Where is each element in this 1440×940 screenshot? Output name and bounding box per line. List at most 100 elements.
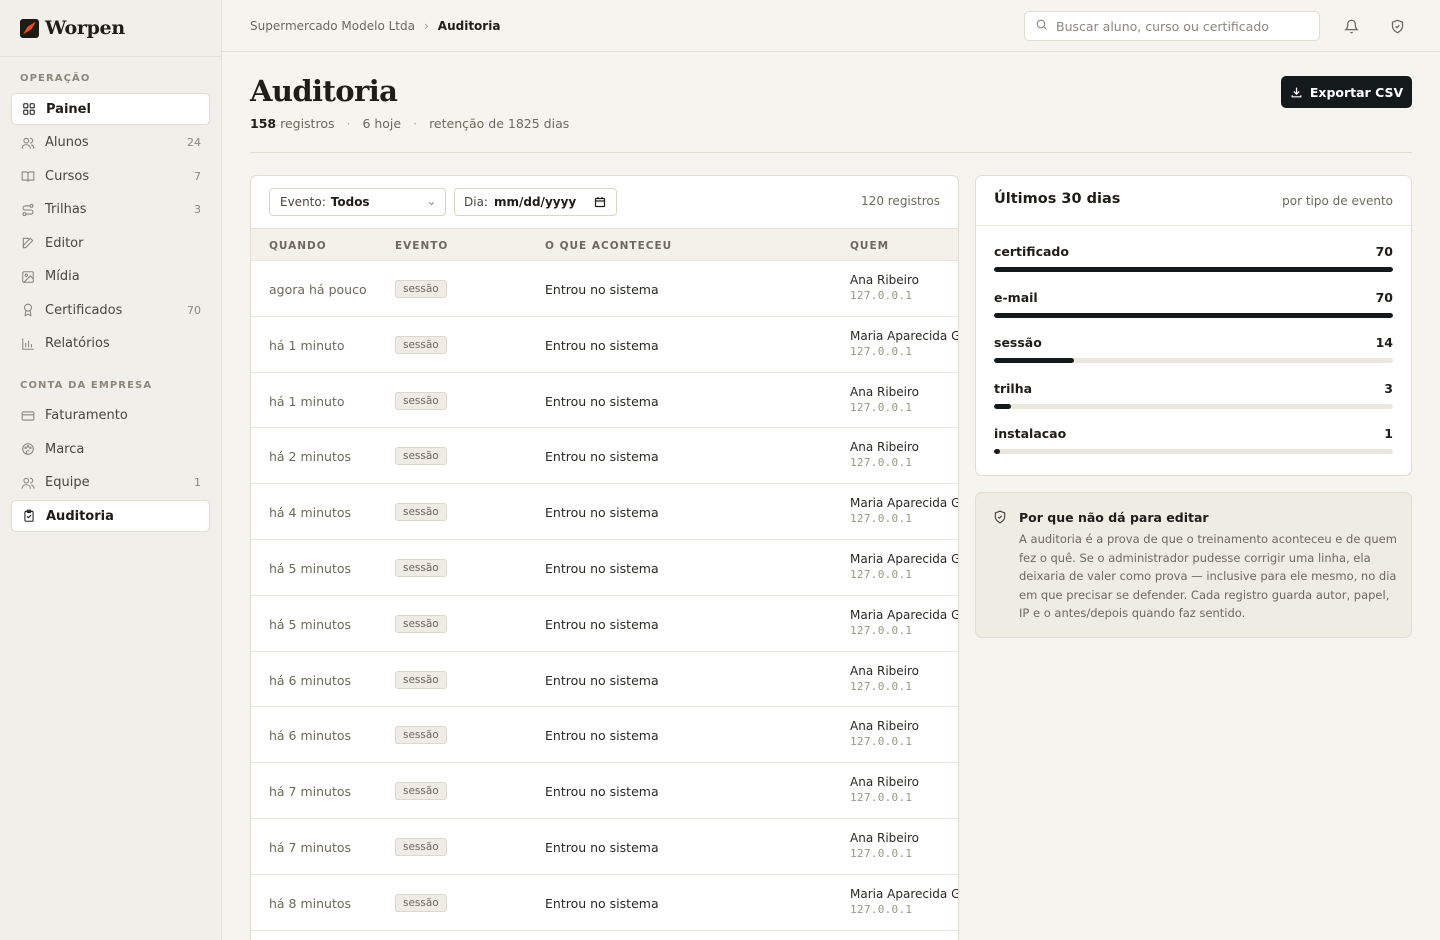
sidebar-item-cursos[interactable]: Cursos 7 xyxy=(11,160,210,192)
table-row[interactable]: há 5 minutos sessão Entrou no sistema Maria… xyxy=(251,596,958,652)
actor-ip: 127.0.0.1 xyxy=(850,679,913,693)
records-label: registros xyxy=(280,116,335,131)
cell-what: Entrou no sistema xyxy=(545,672,659,688)
shield-check-icon xyxy=(993,510,1007,528)
sidebar-item-count: 70 xyxy=(187,303,201,317)
table-row[interactable]: há 6 minutos sessão Entrou no sistema Ana R… xyxy=(251,652,958,708)
table-row[interactable]: há 1 minuto sessão Entrou no sistema Maria … xyxy=(251,317,958,373)
event-badge: sessão xyxy=(395,280,447,298)
stat-value: 70 xyxy=(1375,244,1393,259)
export-csv-button[interactable]: Exportar CSV xyxy=(1281,76,1412,108)
route-icon xyxy=(20,202,35,217)
event-badge: sessão xyxy=(395,782,447,801)
brand[interactable]: Worpen xyxy=(0,0,221,57)
day-filter-input[interactable]: Dia: mm/dd/yyyy xyxy=(454,188,617,216)
info-text: A auditoria é a prova de que o treinamen… xyxy=(1019,532,1397,621)
divider xyxy=(250,152,1412,153)
image-icon xyxy=(20,269,35,284)
column-header-quem[interactable]: QUEM xyxy=(850,240,889,252)
info-title: Por que não dá para editar xyxy=(1019,510,1209,525)
cell-who: Maria Aparecida Gomes127.0.0.1 xyxy=(850,886,958,916)
stat-bar-fill xyxy=(994,358,1074,363)
stat-label: certificado xyxy=(994,244,1069,259)
today-count: 6 hoje xyxy=(362,116,402,131)
stat-label: trilha xyxy=(994,381,1033,396)
cell-what: Entrou no sistema xyxy=(545,337,659,353)
column-header-quando[interactable]: QUANDO xyxy=(269,240,327,252)
table-row[interactable]: agora há pouco sessão Entrou no sistema Ana… xyxy=(251,261,958,317)
actor-ip: 127.0.0.1 xyxy=(850,400,913,414)
stats-header: Últimos 30 dias por tipo de evento xyxy=(976,176,1411,226)
actor-name: Maria Aparecida Gomes xyxy=(850,607,958,622)
event-badge: sessão xyxy=(395,893,447,912)
sidebar-item-editor[interactable]: Editor xyxy=(11,227,210,259)
sidebar-item-trilhas[interactable]: Trilhas 3 xyxy=(11,194,210,226)
sidebar-item-marca[interactable]: Marca xyxy=(11,433,210,465)
breadcrumb-parent[interactable]: Supermercado Modelo Ltda xyxy=(250,19,415,33)
sidebar-item-label: Mídia xyxy=(45,269,80,284)
table-row[interactable]: há 1 minuto sessão Entrou no sistema Ana Ri… xyxy=(251,373,958,429)
calendar-icon[interactable] xyxy=(594,196,606,211)
event-badge: sessão xyxy=(395,447,447,466)
cell-what: Entrou no sistema xyxy=(545,449,659,465)
sidebar-item-painel[interactable]: Painel xyxy=(11,93,210,125)
sidebar-item-label: Trilhas xyxy=(45,202,87,217)
search-box[interactable] xyxy=(1024,11,1320,41)
sidebar-item-count: 7 xyxy=(194,169,201,183)
stat-bar-track xyxy=(994,267,1393,272)
sidebar-item-relatorios[interactable]: Relatórios xyxy=(11,328,210,360)
actor-ip: 127.0.0.1 xyxy=(850,512,913,526)
sidebar-item-label: Auditoria xyxy=(46,508,114,524)
table-row[interactable]: há 8 minutos sessão Entrou no sistema Maria… xyxy=(251,875,958,931)
actor-ip: 127.0.0.1 xyxy=(850,735,913,749)
actor-name: Maria Aparecida Gomes xyxy=(850,551,958,566)
sidebar-item-certificados[interactable]: Certificados 70 xyxy=(11,294,210,326)
event-filter-select[interactable]: Evento: Todos xyxy=(269,188,446,216)
table-row[interactable]: há 6 minutos sessão Entrou no sistema Ana R… xyxy=(251,707,958,764)
sidebar-item-equipe[interactable]: Equipe 1 xyxy=(11,467,210,499)
stat-bar-fill xyxy=(994,404,1012,409)
actor-ip: 127.0.0.1 xyxy=(850,846,913,860)
column-header-o-que-aconteceu[interactable]: O QUE ACONTECEU xyxy=(545,240,672,252)
sidebar-item-label: Alunos xyxy=(45,135,89,150)
actor-name: Maria Aparecida Gomes xyxy=(850,886,958,901)
table-row[interactable]: há 7 minutos sessão Entrou no sistema Ana R… xyxy=(251,819,958,875)
actor-name: Maria Aparecida Gomes xyxy=(850,496,958,511)
users-icon xyxy=(20,475,35,490)
event-badge: sessão xyxy=(395,391,447,410)
breadcrumb-current: Auditoria xyxy=(437,18,501,33)
sidebar-item-auditoria[interactable]: Auditoria xyxy=(11,500,210,532)
why-not-editable-card: Por que não dá para editar A auditoria é… xyxy=(975,492,1412,638)
table-row[interactable]: há 2 minutos sessão Entrou no sistema Ana R… xyxy=(251,428,958,485)
cell-who: Maria Aparecida Gomes127.0.0.1 xyxy=(850,496,958,526)
nav-section-operacao: OPERAÇÃO xyxy=(20,73,91,84)
filters-bar: Evento: Todos Dia: mm/dd/yyyy 120 regist… xyxy=(251,176,958,228)
download-icon xyxy=(1290,86,1303,99)
day-filter-value: mm/dd/yyyy xyxy=(493,195,577,209)
actor-name: Ana Ribeiro xyxy=(850,273,919,287)
search-input[interactable] xyxy=(1056,18,1306,34)
sidebar-item-midia[interactable]: Mídia xyxy=(11,261,210,293)
column-header-evento[interactable]: EVENTO xyxy=(395,240,448,252)
cell-when: há 6 minutos xyxy=(269,672,352,688)
stat-bar-track xyxy=(994,404,1393,409)
edit-icon xyxy=(20,236,35,251)
sidebar-item-alunos[interactable]: Alunos 24 xyxy=(11,127,210,159)
cell-who: Ana Ribeiro 127.0.0.1 xyxy=(850,440,958,469)
event-badge: sessão xyxy=(395,726,447,745)
table-row[interactable]: há 4 minutos sessão Entrou no sistema Maria… xyxy=(251,484,958,540)
stat-bar-track xyxy=(994,449,1393,454)
table-row[interactable]: há 5 minutos sessão Entrou no sistema Maria… xyxy=(251,540,958,596)
cell-what: Entrou no sistema xyxy=(545,560,659,576)
worpen-logo-icon xyxy=(20,18,39,38)
sidebar-item-count: 1 xyxy=(194,476,201,489)
table-row[interactable]: há 7 minutos sessão Entrou no sistema Ana R… xyxy=(251,763,958,819)
sidebar-item-label: Faturamento xyxy=(45,408,128,423)
audit-table-card: Evento: Todos Dia: mm/dd/yyyy 120 regist… xyxy=(250,175,959,940)
credit-card-icon xyxy=(20,408,35,423)
stat-value: 14 xyxy=(1375,335,1393,350)
cell-when: há 7 minutos xyxy=(269,839,352,855)
shield-check-icon[interactable] xyxy=(1388,17,1406,35)
sidebar-item-faturamento[interactable]: Faturamento xyxy=(11,400,210,432)
bell-icon[interactable] xyxy=(1342,17,1360,35)
